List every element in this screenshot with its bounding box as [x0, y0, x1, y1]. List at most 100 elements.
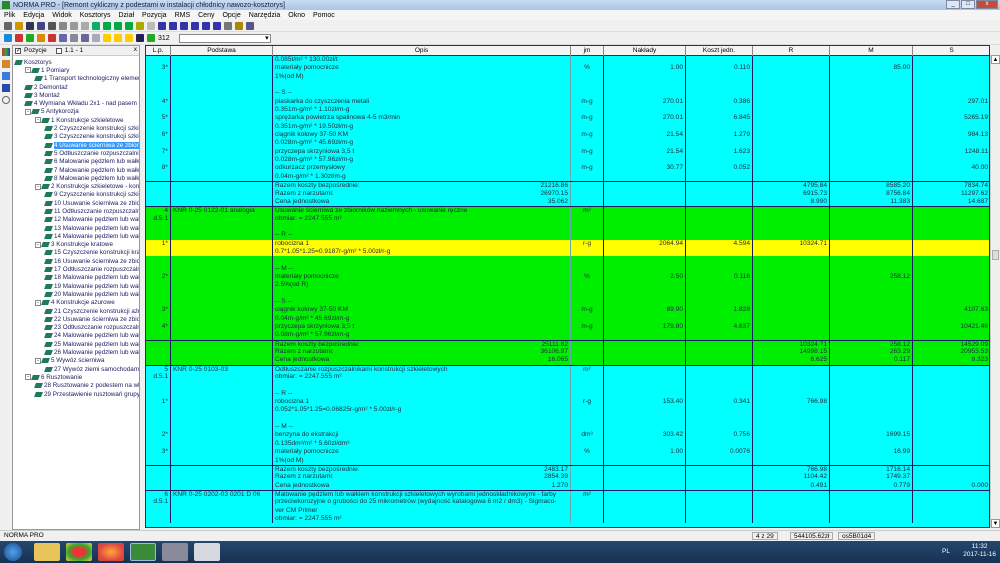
table-line[interactable]: 7* przyczepa skrzyniowa 3,5 t m-g 21.54 1.62… [146, 147, 989, 157]
tree-node[interactable]: -1 Konstrukcje szkieletowe [13, 116, 139, 124]
star-icon[interactable] [103, 34, 111, 42]
tree-node[interactable]: Kosztorys [13, 58, 139, 66]
table-line[interactable]: 0.351m-g/m² * 19.50zł/m-g [146, 122, 989, 132]
table-line[interactable]: 2.5%(od R) [146, 281, 989, 290]
tree-node[interactable]: 10 Usuwanie ścierniwa ze zbiornikó [13, 199, 139, 207]
tree-node[interactable]: 3 Montaż [13, 91, 139, 99]
start-button[interactable] [4, 543, 22, 561]
table-line[interactable]: -- M -- [146, 264, 989, 273]
table-line[interactable]: 5* sprężarka powietrza spalinowa 4-5 m3/m… [146, 114, 989, 123]
table-line[interactable]: 0.04m-g/m² * 1.30zł/m-g [146, 172, 989, 182]
replace-icon[interactable] [70, 21, 78, 30]
tree-node[interactable]: 16 Usuwanie ścierniwa ze zbiorników [13, 257, 139, 265]
range-checkbox[interactable] [55, 47, 62, 54]
tray-clock[interactable]: 11:32 2017-11-16 [963, 543, 996, 559]
table-line[interactable]: 4* piaskarka do czyszczenia metali m-g 270.… [146, 97, 989, 107]
table-line[interactable]: 0.028m-g/m² * 57.96zł/m-g [146, 156, 989, 165]
table-line[interactable]: 5 KNR 0-25 0103-03 Odtłuszczanie rozpuszcz… [146, 364, 989, 375]
tree-node[interactable]: 9 Czyszczenie konstrukcji szkieletow [13, 191, 139, 199]
tree-node[interactable]: 17 Odtłuszczanie rozpuszczalnikami [13, 265, 139, 273]
tree-node[interactable]: -4 Konstrukcje ażurowe [13, 299, 139, 307]
tree-node[interactable]: 12 Malowanie pędzlem lub wałkiem [13, 216, 139, 224]
table-line[interactable]: -- R -- [146, 231, 989, 240]
table-line[interactable]: Razem z narzutami: 26970.15 6915.73 8756.84… [146, 189, 989, 198]
column-header[interactable]: Podstawa [171, 46, 273, 56]
sum-icon[interactable] [158, 21, 166, 30]
close-button[interactable]: x [976, 0, 998, 9]
calc-icon[interactable] [114, 21, 122, 30]
table-line[interactable]: 2* benzyna do ekstrakcji dm³ 303.42 0.756 169… [146, 431, 989, 440]
table-line[interactable]: d.5.1 obmiar: = 2247.555 m² [146, 373, 989, 382]
s-icon[interactable] [224, 21, 232, 30]
scroll-thumb[interactable] [992, 250, 999, 260]
tray-lang[interactable]: PL [942, 548, 950, 555]
table-line[interactable] [146, 414, 989, 424]
tree-node[interactable]: -6 Rusztowanie [13, 373, 139, 381]
about-icon[interactable] [246, 21, 254, 30]
column-header[interactable]: R [753, 46, 830, 56]
star-icon[interactable] [114, 34, 122, 42]
column-header[interactable]: jm [571, 46, 604, 56]
tree-node[interactable]: 29 Przestawienie rusztowań grupy 1 [13, 390, 139, 398]
positions-checkbox[interactable]: ✓ [15, 47, 21, 54]
menu-item[interactable]: Ceny [198, 12, 214, 19]
table-line[interactable]: 0.052*1.05*1.25=0.06825r-g/m² * 5.00zł/r… [146, 406, 989, 415]
open-icon[interactable] [15, 21, 23, 30]
taskbar-firefox-icon[interactable] [98, 543, 124, 561]
help-icon[interactable] [235, 21, 243, 30]
scroll-down-button[interactable]: ▼ [991, 519, 1000, 528]
outdent-icon[interactable] [92, 34, 100, 42]
star-icon[interactable] [125, 34, 133, 42]
tree-node[interactable]: 22 Usuwanie ścierniwa ze zbiornikó [13, 315, 139, 323]
table-line[interactable]: Cena jednostkowa 1.270 0.491 0.779 0.000 [146, 481, 989, 490]
table-line[interactable]: 4 KNR 0-25 0122-01 analogia Usuwanie ścier… [146, 206, 989, 216]
table-line[interactable]: -- S -- [146, 89, 989, 98]
menu-item[interactable]: Pomoc [313, 12, 335, 19]
tree-node[interactable]: 14 Malowanie pędzlem lub wałkiem [13, 232, 139, 240]
chart-icon[interactable] [191, 21, 199, 30]
tree-node[interactable]: 2 Czyszczenie konstrukcji szkieletow [13, 124, 139, 132]
tree-node[interactable]: 1 Transport technologiczny elementów [13, 75, 139, 83]
tools-icon[interactable] [59, 21, 67, 30]
table-line[interactable]: 0.7*1.05*1.25=0.9187r-g/m² * 5.00zł/r-g [146, 247, 989, 257]
menu-item[interactable]: Plik [4, 12, 15, 19]
table-line[interactable] [146, 256, 989, 265]
tree-node[interactable]: 6 Malowanie pędzlem lub wałkiem k [13, 158, 139, 166]
move-icon[interactable] [48, 34, 56, 42]
table-line[interactable]: d.5.1 przeciwkorozyjne o grubości do 25 m… [146, 498, 989, 507]
tree-node[interactable]: 7 Malowanie pędzlem lub wałkiem k [13, 166, 139, 174]
table-line[interactable]: 0.04m-g/m² * 45.69zł/m-g [146, 314, 989, 323]
table-line[interactable]: 0.08m-g/m² * 57.96zł/m-g [146, 331, 989, 340]
tree-node[interactable]: 2 Demontaż [13, 83, 139, 91]
taskbar-normapro-icon[interactable] [130, 543, 156, 561]
preview-icon[interactable] [48, 21, 56, 30]
table-line[interactable]: Razem z narzutami: 2854.39 1104.42 1749.37 [146, 473, 989, 482]
menu-item[interactable]: Narzędzia [249, 12, 281, 19]
table-line[interactable]: 0.085t/m² * 130.00zł/t [146, 56, 989, 65]
table-line[interactable]: Razem koszty bezpośrednie: 2483.17 766.98 1… [146, 464, 989, 475]
column-header[interactable]: L.p. [146, 46, 171, 56]
find-next-icon[interactable] [147, 34, 155, 42]
up-icon[interactable] [59, 34, 67, 42]
menu-item[interactable]: Edycja [23, 12, 44, 19]
table-line[interactable]: 1%(od M) [146, 72, 989, 82]
save-icon[interactable] [26, 21, 34, 30]
table-line[interactable] [146, 81, 989, 90]
undo-icon[interactable] [92, 21, 100, 30]
tree-node[interactable]: 15 Czyszczenie konstrukcji kratowych [13, 249, 139, 257]
tree-icon[interactable] [26, 34, 34, 42]
layers-icon[interactable] [2, 60, 10, 68]
share-icon[interactable] [2, 72, 10, 80]
tree-node[interactable]: 26 Malowanie pędzlem lub wałkiem [13, 348, 139, 356]
tree-node[interactable]: 20 Malowanie pędzlem lub wałkiem [13, 290, 139, 298]
tree-node[interactable]: 25 Malowanie pędzlem lub wałkiem [13, 340, 139, 348]
search-icon[interactable] [2, 96, 10, 104]
tree-node[interactable]: 8 Malowanie pędzlem lub wałkiem k [13, 174, 139, 182]
table-line[interactable] [146, 289, 989, 298]
maximize-button[interactable]: □ [961, 0, 975, 9]
menu-item[interactable]: Opcje [222, 12, 240, 19]
tree-node[interactable]: -1 Pomiary [13, 66, 139, 74]
table-icon[interactable] [180, 21, 188, 30]
tree-node[interactable]: 11 Odtłuszczanie rozpuszczalnikami [13, 207, 139, 215]
add-icon[interactable] [4, 34, 12, 42]
